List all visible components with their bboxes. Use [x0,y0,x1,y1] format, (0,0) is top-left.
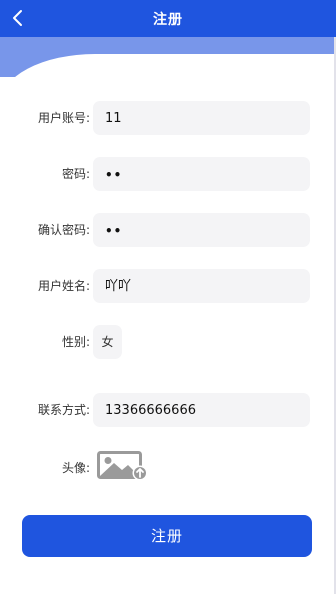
confirm-password-row: 确认密码: •• [0,213,336,247]
avatar-row: 头像: [0,451,336,485]
confirm-password-input[interactable]: •• [93,213,310,247]
gender-select[interactable]: 女 [93,325,122,359]
account-input[interactable]: 11 [93,101,310,135]
account-label: 用户账号: [37,111,90,125]
gender-label: 性别: [61,335,90,349]
confirm-password-label: 确认密码: [37,223,90,237]
password-label: 密码: [61,167,90,181]
gender-row: 性别: 女 [0,325,336,359]
page-title: 注册 [153,12,183,28]
name-input[interactable]: 吖吖 [93,269,310,303]
name-row: 用户姓名: 吖吖 [0,269,336,303]
password-row: 密码: •• [0,157,336,191]
image-upload-icon[interactable] [97,451,149,481]
contact-label: 联系方式: [37,403,90,417]
account-row: 用户账号: 11 [0,101,336,135]
name-label: 用户姓名: [37,279,90,293]
submit-button[interactable]: 注册 [22,515,312,557]
contact-input[interactable]: 13366666666 [93,393,310,427]
avatar-label: 头像: [61,461,90,475]
contact-row: 联系方式: 13366666666 [0,393,336,427]
app-header: 注册 [0,0,336,37]
password-input[interactable]: •• [93,157,310,191]
